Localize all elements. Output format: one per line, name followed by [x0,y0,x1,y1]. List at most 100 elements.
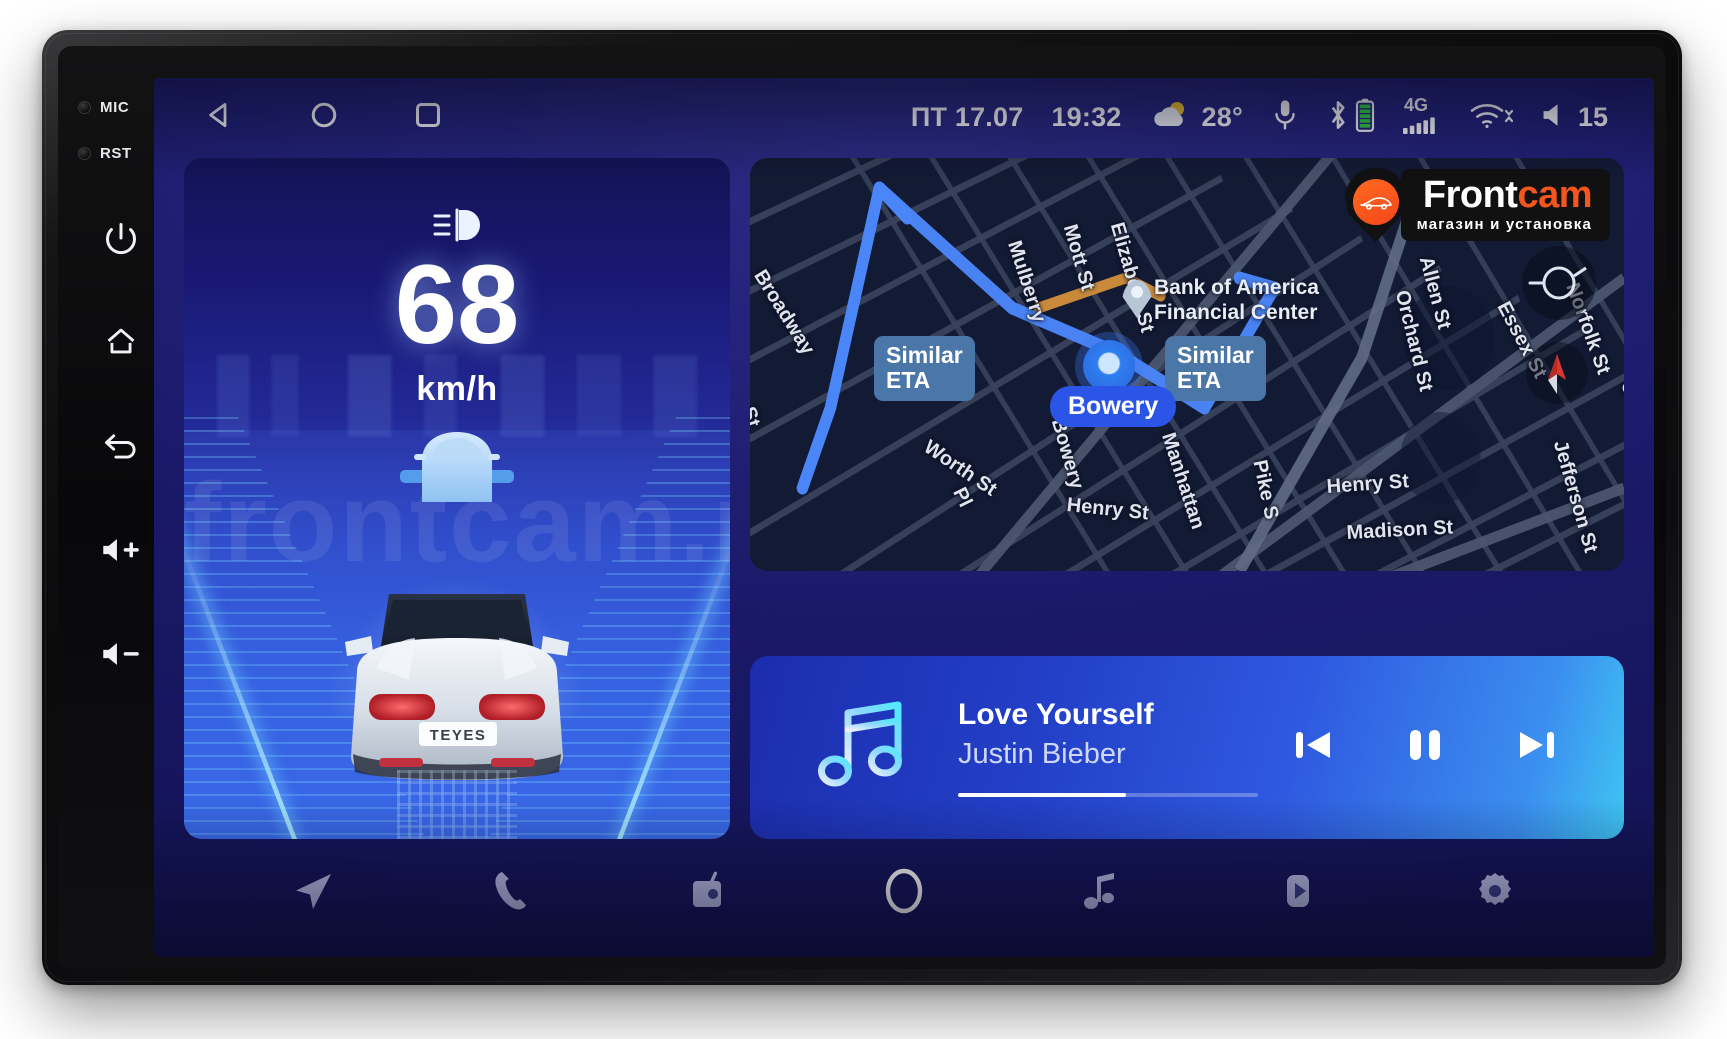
partly-cloudy-icon [1150,99,1192,136]
eta-chip-right-line2: ETA [1177,367,1222,394]
app-dock [154,839,1654,957]
pause-icon [1403,722,1447,773]
previous-track-button[interactable] [1288,723,1338,773]
music-note-icon [1080,868,1122,919]
reset-button[interactable]: RST [78,138,164,168]
mic-indicator: MIC [78,92,164,122]
dock-video-button[interactable] [1266,861,1330,925]
android-recents-button[interactable] [406,95,450,139]
power-button[interactable] [89,208,153,272]
poi-label-line1: Bank of America [1154,276,1319,299]
status-date: ПТ 17.07 [910,101,1024,132]
eta-chip-right[interactable]: Similar ETA [1165,336,1266,401]
mic-label: MIC [100,98,130,116]
driving-assist-card[interactable]: frontcam.ru 68 km/h [184,158,730,839]
track-info: Love Yourself Justin Bieber [958,698,1258,797]
square-recents-icon [413,100,443,135]
lead-vehicle-illustration [398,426,516,522]
power-icon [103,220,139,261]
pause-button[interactable] [1400,723,1450,773]
dock-settings-button[interactable] [1463,861,1527,925]
current-location-marker [1083,340,1135,392]
hardware-button-strip: MIC RST [78,92,164,923]
svg-text:TEYES: TEYES [430,727,487,744]
eta-chip-left-line1: Similar [886,342,963,368]
music-note-icon [810,693,914,802]
dock-home-button[interactable] [872,861,936,925]
status-indicators: ПТ 17.07 19:32 28° 4G 15 [911,96,1654,139]
reset-label: RST [100,144,132,162]
head-unit-device: MIC RST ПТ 17.07 19:32 28° 4G 15 68 km/h… [42,30,1682,985]
android-nav-keys [154,95,450,139]
eta-chip-left-line2: ETA [886,367,931,394]
radio-icon [684,869,730,918]
parking-sensor-grid [397,770,517,839]
back-button[interactable] [89,416,153,480]
dock-navigation-button[interactable] [281,861,345,925]
logo-word-front: Front [1422,174,1518,216]
circle-home-icon [309,100,339,135]
phone-icon [489,868,531,919]
wifi-icon [1469,99,1514,136]
logo-wordmark: Frontcam магазин и установка [1400,169,1610,241]
media-player-card[interactable]: Love Yourself Justin Bieber [750,656,1624,839]
bluetooth-battery-group [1327,98,1375,137]
navigation-arrow-icon [290,868,336,919]
track-artist: Justin Bieber [958,738,1126,770]
triangle-back-icon [205,100,235,135]
network-type-label: 4G [1403,94,1428,115]
weather-temperature: 28° [1201,101,1243,132]
north-arrow-icon[interactable] [1526,342,1588,404]
next-track-button[interactable] [1512,723,1562,773]
android-back-button[interactable] [198,95,242,139]
skip-next-icon [1514,722,1560,773]
dock-phone-button[interactable] [478,861,542,925]
navigation-map-card[interactable]: Broadway Mulberry Mott St Elizabeth St A… [750,158,1624,571]
current-street-chip: Bowery [1050,386,1177,427]
logo-word-cam: cam [1517,174,1592,216]
status-time: 19:32 [1051,101,1122,132]
home-cards: frontcam.ru 68 km/h [184,158,1624,839]
touchscreen[interactable]: ПТ 17.07 19:32 28° 4G 15 68 km/h TEYES B… [154,78,1654,957]
weather-indicator: 28° [1150,99,1243,136]
status-bar: ПТ 17.07 19:32 28° 4G 15 [154,78,1654,156]
track-title: Love Yourself [958,698,1154,731]
volume-indicator[interactable]: 15 [1541,102,1608,133]
ego-vehicle-illustration: TEYES [323,576,591,798]
video-play-icon [1277,868,1319,919]
volume-icon [1541,102,1569,133]
dock-music-button[interactable] [1069,861,1133,925]
compass-icon[interactable] [1522,246,1596,320]
frontcam-logo: Frontcam магазин и установка [1344,168,1610,242]
speed-value: 68 [394,242,520,367]
track-progress-fill [958,793,1126,797]
skip-previous-icon [1290,722,1336,773]
gear-icon [1472,868,1518,919]
volume-down-icon [100,639,142,674]
speed-unit: km/h [416,370,498,408]
microphone-icon[interactable] [1271,98,1299,137]
eta-chip-left[interactable]: Similar ETA [874,336,975,401]
poi-label-line2: Financial Center [1154,301,1318,324]
track-progress-bar[interactable] [958,793,1258,797]
dock-radio-button[interactable] [675,861,739,925]
reset-pinhole[interactable] [78,146,91,160]
mic-led-dot [78,100,91,114]
logo-tagline: магазин и установка [1416,216,1592,233]
volume-level: 15 [1577,101,1608,132]
home-icon [103,325,139,364]
car-outline-icon [1352,179,1399,225]
logo-pin-shape [1344,168,1407,242]
volume-up-button[interactable] [89,520,153,584]
media-controls [1288,723,1562,773]
android-home-button[interactable] [302,95,346,139]
volume-down-button[interactable] [89,624,153,688]
signal-bars-icon [1402,116,1441,139]
back-arrow-icon [102,430,140,467]
eta-chip-right-line1: Similar [1177,342,1254,368]
home-button[interactable] [89,312,153,376]
bluetooth-icon [1327,98,1349,137]
network-indicator: 4G [1402,94,1441,139]
home-circle-icon [877,864,931,923]
battery-full-icon [1355,98,1375,137]
